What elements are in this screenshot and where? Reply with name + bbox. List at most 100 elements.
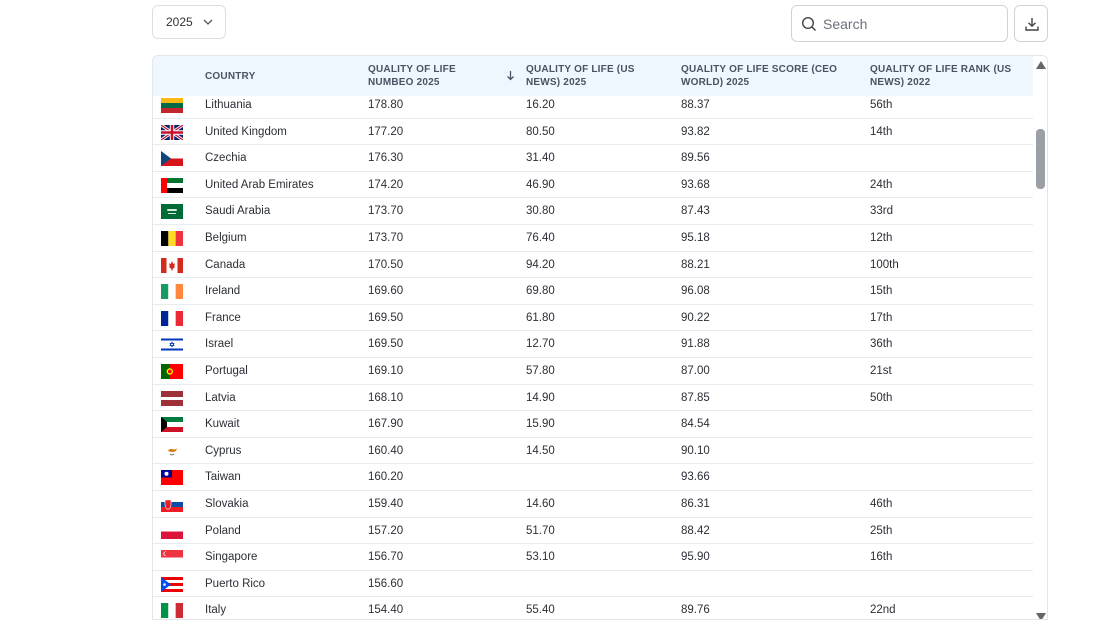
puerto-rico-flag-icon [161, 576, 183, 592]
numbeo-cell: 159.40 [368, 498, 404, 510]
numbeo-cell: 169.50 [368, 311, 404, 324]
united-kingdom-flag-icon [161, 124, 183, 140]
israel-flag-icon [161, 337, 183, 353]
year-select-value: 2025 [166, 15, 193, 29]
usnews-rank-cell: 24th [870, 178, 893, 191]
ceoworld-cell: 93.66 [681, 471, 710, 484]
usnews-rank-cell: 17th [870, 311, 893, 324]
table-row[interactable]: Italy 154.40 55.40 89.76 22nd [153, 597, 1033, 619]
column-header-numbeo[interactable]: QUALITY OF LIFE NUMBEO 2025 [368, 56, 518, 96]
lithuania-flag-icon [161, 98, 183, 113]
table-row[interactable]: Puerto Rico 156.60 [153, 571, 1033, 598]
usnews-2025-cell: 14.50 [526, 444, 555, 457]
table-row[interactable]: Kuwait 167.90 15.90 84.54 [153, 411, 1033, 438]
usnews-rank-cell: 14th [870, 125, 893, 138]
table-row[interactable]: Singapore 156.70 53.10 95.90 16th [153, 544, 1033, 571]
usnews-2025-cell: 51.70 [526, 524, 555, 537]
ceoworld-cell: 93.82 [681, 125, 710, 138]
table-row[interactable]: France 169.50 61.80 90.22 17th [153, 305, 1033, 332]
scrollbar[interactable] [1033, 56, 1047, 620]
table-row[interactable]: Portugal 169.10 57.80 87.00 21st [153, 358, 1033, 385]
usnews-rank-cell: 15th [870, 285, 893, 298]
latvia-flag-icon [161, 390, 183, 406]
numbeo-cell: 173.70 [368, 232, 404, 244]
ceoworld-cell: 91.88 [681, 338, 710, 351]
search-icon [801, 16, 817, 32]
ceoworld-cell: 87.00 [681, 365, 710, 377]
numbeo-cell: 154.40 [368, 604, 404, 617]
toolbar: 2025 [0, 0, 1120, 50]
ceoworld-cell: 89.76 [681, 604, 710, 617]
table-row[interactable]: Poland 157.20 51.70 88.42 25th [153, 518, 1033, 545]
numbeo-cell: 173.70 [368, 205, 404, 218]
column-header-usnews-rank-2022[interactable]: QUALITY OF LIFE RANK (US NEWS) 2022 [870, 56, 1030, 96]
table-row[interactable]: Israel 169.50 12.70 91.88 36th [153, 331, 1033, 358]
scroll-up-arrow-icon[interactable] [1036, 61, 1046, 69]
portugal-flag-icon [161, 364, 183, 379]
country-cell: France [205, 311, 241, 324]
search-box[interactable] [791, 5, 1008, 42]
usnews-rank-cell: 100th [870, 258, 899, 271]
table-row[interactable]: United Arab Emirates 174.20 46.90 93.68 24th [153, 172, 1033, 199]
table-row[interactable]: Cyprus 160.40 14.50 90.10 [153, 438, 1033, 465]
usnews-rank-cell: 16th [870, 551, 893, 564]
numbeo-cell: 156.70 [368, 551, 404, 564]
column-header-ceoworld[interactable]: QUALITY OF LIFE SCORE (CEO WORLD) 2025 [681, 56, 861, 96]
country-cell: Portugal [205, 365, 248, 377]
usnews-rank-cell: 12th [870, 232, 893, 244]
usnews-rank-cell: 50th [870, 391, 893, 404]
belgium-flag-icon [161, 231, 183, 246]
chevron-down-icon [203, 19, 213, 25]
country-cell: Latvia [205, 391, 236, 404]
country-cell: Canada [205, 258, 246, 271]
table-row[interactable]: Ireland 169.60 69.80 96.08 15th [153, 278, 1033, 305]
table-row[interactable]: United Kingdom 177.20 80.50 93.82 14th [153, 119, 1033, 146]
ceoworld-cell: 88.42 [681, 524, 710, 537]
country-cell: Saudi Arabia [205, 205, 271, 218]
saudi-arabia-flag-icon [161, 204, 183, 220]
usnews-rank-cell: 33rd [870, 205, 894, 218]
search-input[interactable] [821, 12, 1001, 36]
column-header-usnews-2025[interactable]: QUALITY OF LIFE (US NEWS) 2025 [526, 56, 676, 96]
numbeo-cell: 170.50 [368, 258, 404, 271]
usnews-2025-cell: 15.90 [526, 418, 555, 431]
scrollbar-thumb[interactable] [1036, 129, 1045, 189]
country-cell: Israel [205, 338, 234, 351]
year-select[interactable]: 2025 [152, 5, 226, 39]
table-header: COUNTRY QUALITY OF LIFE NUMBEO 2025 QUAL… [153, 56, 1033, 96]
usnews-2025-cell: 30.80 [526, 205, 555, 218]
table-row[interactable]: Latvia 168.10 14.90 87.85 50th [153, 385, 1033, 412]
usnews-rank-cell: 21st [870, 365, 892, 377]
country-cell: United Kingdom [205, 125, 287, 138]
country-cell: Italy [205, 604, 227, 617]
country-cell: Ireland [205, 285, 241, 298]
usnews-2025-cell: 31.40 [526, 152, 555, 165]
numbeo-cell: 167.90 [368, 418, 404, 431]
france-flag-icon [161, 310, 183, 326]
numbeo-cell: 156.60 [368, 577, 404, 590]
column-header-country[interactable]: COUNTRY [205, 56, 355, 96]
table-row[interactable]: Canada 170.50 94.20 88.21 100th [153, 252, 1033, 279]
taiwan-flag-icon [161, 470, 183, 486]
usnews-2025-cell: 94.20 [526, 258, 555, 271]
numbeo-cell: 160.20 [368, 471, 404, 484]
download-button[interactable] [1014, 5, 1048, 42]
usnews-2025-cell: 12.70 [526, 338, 555, 351]
numbeo-cell: 168.10 [368, 391, 404, 404]
sort-descending-icon [507, 71, 514, 81]
italy-flag-icon [161, 603, 183, 619]
ceoworld-cell: 90.22 [681, 311, 710, 324]
scroll-down-arrow-icon[interactable] [1036, 613, 1046, 620]
usnews-2025-cell: 80.50 [526, 125, 555, 138]
table-row[interactable]: Taiwan 160.20 93.66 [153, 464, 1033, 491]
country-cell: Taiwan [205, 471, 241, 484]
table-row[interactable]: Belgium 173.70 76.40 95.18 12th [153, 225, 1033, 252]
table-row[interactable]: Czechia 176.30 31.40 89.56 [153, 145, 1033, 172]
usnews-2025-cell: 53.10 [526, 551, 555, 564]
usnews-rank-cell: 22nd [870, 604, 896, 617]
table-row[interactable]: Slovakia 159.40 14.60 86.31 46th [153, 491, 1033, 518]
cyprus-flag-icon [161, 443, 183, 459]
slovakia-flag-icon [161, 497, 183, 512]
table-row[interactable]: Saudi Arabia 173.70 30.80 87.43 33rd [153, 198, 1033, 225]
ceoworld-cell: 95.18 [681, 232, 710, 244]
